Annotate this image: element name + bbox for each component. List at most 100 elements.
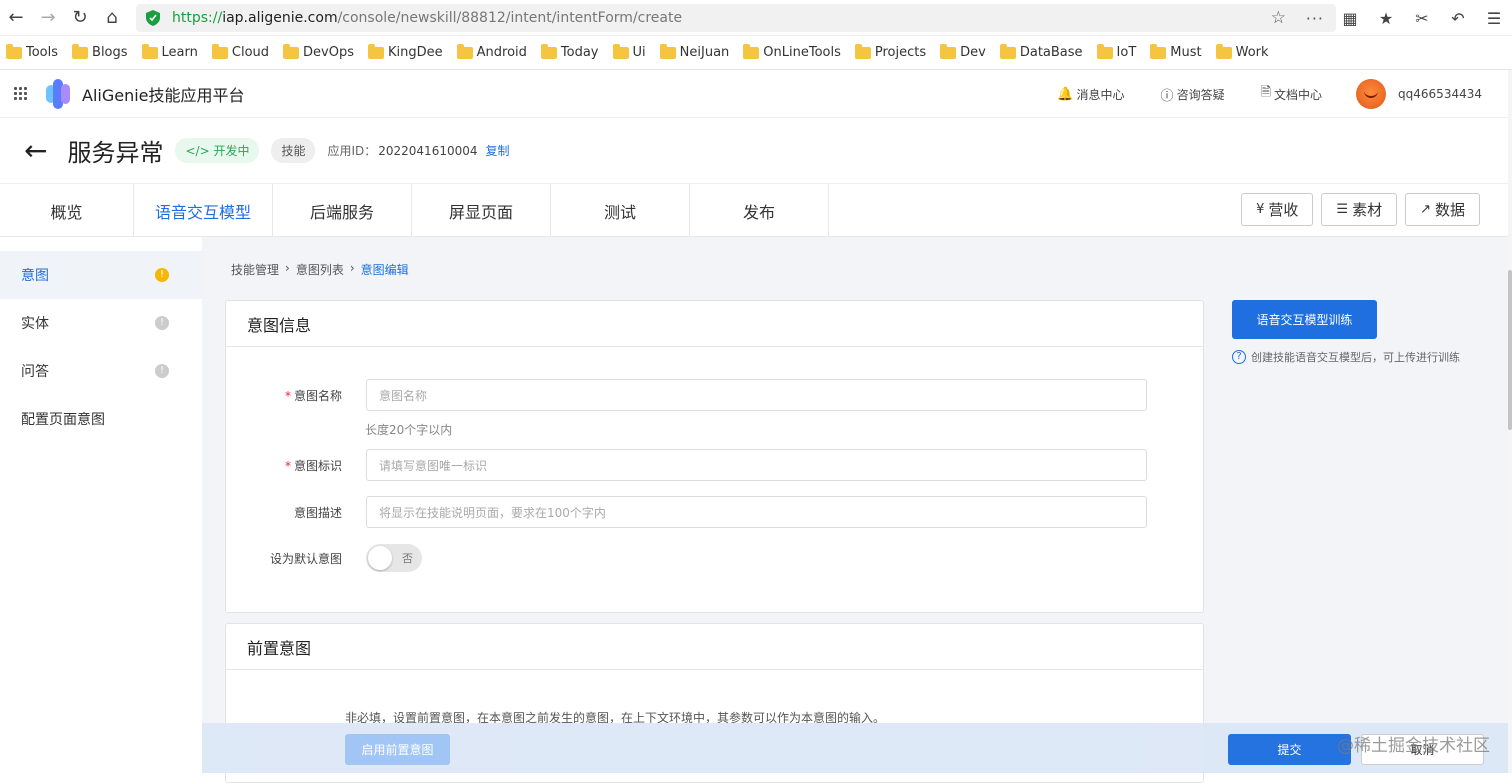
more-icon[interactable]: ··· bbox=[1306, 9, 1324, 28]
consult-link[interactable]: ⓘ 咨询答疑 bbox=[1161, 85, 1225, 104]
enable-pre-intent-button[interactable]: 启用前置意图 bbox=[345, 734, 450, 765]
type-badge: 技能 bbox=[271, 138, 316, 163]
message-center-link[interactable]: 🔔 消息中心 bbox=[1057, 86, 1124, 103]
folder-icon bbox=[211, 43, 228, 59]
undo-icon[interactable]: ↶ bbox=[1440, 9, 1476, 28]
app-id-label: 应用ID： bbox=[327, 144, 377, 158]
yen-icon: ¥ bbox=[1256, 202, 1265, 217]
field-label: * 意图名称 bbox=[284, 388, 342, 403]
document-icon: 🗎 bbox=[1260, 85, 1272, 100]
card-title: 意图信息 bbox=[226, 301, 1203, 347]
intent-identifier-input[interactable]: 请填写意图唯一标识 bbox=[366, 449, 1147, 481]
action-bar: 启用前置意图 提交 取消 bbox=[202, 723, 1508, 773]
sidebar-item-page-intent[interactable]: 配置页面意图 bbox=[0, 395, 202, 443]
folder-icon bbox=[6, 43, 22, 59]
tab-test[interactable]: 测试 bbox=[551, 184, 690, 237]
bookmark-folder[interactable]: Cloud bbox=[211, 43, 269, 60]
app-grid-icon[interactable] bbox=[14, 86, 28, 101]
bookmark-folder[interactable]: Projects bbox=[854, 43, 926, 60]
bookmark-folder[interactable]: Must bbox=[1150, 43, 1202, 60]
question-icon: ⓘ bbox=[1160, 88, 1174, 104]
intent-description-input[interactable]: 将显示在技能说明页面，要求在100个字内 bbox=[366, 496, 1147, 528]
train-model-button[interactable]: 语音交互模型训练 bbox=[1232, 300, 1377, 339]
folder-icon bbox=[612, 43, 629, 59]
tab-screen-pages[interactable]: 屏显页面 bbox=[412, 184, 551, 237]
bookmark-folder[interactable]: Dev bbox=[940, 43, 986, 60]
back-icon[interactable]: ← bbox=[0, 0, 32, 36]
intent-name-input[interactable]: 意图名称 bbox=[366, 379, 1147, 411]
bookmark-folder[interactable]: KingDee bbox=[368, 43, 443, 60]
folder-icon bbox=[1150, 43, 1167, 59]
data-button[interactable]: ↗ 数据 bbox=[1405, 193, 1480, 226]
folder-icon bbox=[72, 43, 89, 59]
scissors-icon[interactable]: ✂ bbox=[1404, 9, 1440, 28]
apps-grid-icon[interactable]: ▦ bbox=[1332, 9, 1368, 28]
copy-link[interactable]: 复制 bbox=[486, 142, 510, 159]
username[interactable]: qq466534434 bbox=[1398, 87, 1482, 101]
back-arrow-icon[interactable]: ← bbox=[24, 134, 47, 167]
breadcrumb: 技能管理 › 意图列表 › 意图编辑 bbox=[231, 261, 415, 278]
folder-icon bbox=[743, 43, 760, 59]
main-content: 技能管理 › 意图列表 › 意图编辑 意图信息 * 意图名称 意图名称 长度20个字以… bbox=[202, 237, 1508, 783]
sidebar-item-qa[interactable]: 问答! bbox=[0, 347, 202, 395]
info-icon: ! bbox=[155, 364, 169, 378]
bookmark-folder[interactable]: Android bbox=[456, 43, 527, 60]
bookmark-folder[interactable]: DataBase bbox=[999, 43, 1083, 60]
menu-icon[interactable]: ☰ bbox=[1476, 9, 1512, 28]
bookmark-folder[interactable]: NeiJuan bbox=[659, 43, 729, 60]
bookmark-folder[interactable]: Ui bbox=[612, 43, 646, 60]
tab-voice-model[interactable]: 语音交互模型 bbox=[134, 184, 273, 237]
url-scheme: https:// bbox=[172, 10, 223, 26]
folder-icon bbox=[999, 43, 1016, 59]
bookmark-folder[interactable]: Learn bbox=[141, 43, 198, 60]
bell-icon: 🔔 bbox=[1057, 86, 1074, 102]
bookmark-folder[interactable]: Today bbox=[540, 43, 599, 60]
avatar[interactable] bbox=[1356, 79, 1387, 109]
submit-button[interactable]: 提交 bbox=[1228, 734, 1351, 765]
list-icon: ☰ bbox=[1336, 202, 1349, 217]
bookmark-folder[interactable]: OnLineTools bbox=[743, 43, 841, 60]
tab-backend[interactable]: 后端服务 bbox=[273, 184, 412, 237]
card-title: 前置意图 bbox=[226, 624, 1203, 670]
bookmark-star-icon[interactable]: ☆ bbox=[1271, 8, 1286, 28]
docs-link[interactable]: 🗎 文档中心 bbox=[1261, 83, 1322, 105]
folder-icon bbox=[940, 43, 957, 59]
tab-publish[interactable]: 发布 bbox=[690, 184, 829, 237]
folder-icon bbox=[540, 43, 557, 59]
home-icon[interactable]: ⌂ bbox=[96, 0, 128, 36]
folder-icon bbox=[854, 43, 871, 59]
bookmark-folder[interactable]: IoT bbox=[1096, 43, 1136, 60]
revenue-button[interactable]: ¥ 营收 bbox=[1241, 193, 1314, 226]
shield-icon bbox=[146, 10, 160, 26]
url-path: /console/newskill/88812/intent/intentFor… bbox=[337, 10, 683, 26]
url-host: iap.aligenie.com bbox=[222, 10, 338, 26]
tab-overview[interactable]: 概览 bbox=[0, 184, 134, 237]
info-icon: ! bbox=[155, 316, 169, 330]
bookmark-folder[interactable]: Work bbox=[1215, 43, 1269, 60]
assets-button[interactable]: ☰ 素材 bbox=[1321, 193, 1398, 226]
bookmark-folder[interactable]: DevOps bbox=[283, 43, 354, 60]
sidebar-item-entity[interactable]: 实体! bbox=[0, 299, 202, 347]
default-intent-toggle[interactable]: 否 bbox=[366, 544, 422, 572]
page-header: ← 服务异常 </> 开发中 技能 应用ID： 2022041610004 复制 bbox=[0, 118, 1512, 184]
folder-icon bbox=[1096, 43, 1113, 59]
breadcrumb-item[interactable]: 技能管理 bbox=[231, 261, 279, 278]
field-label: 意图描述 bbox=[293, 505, 342, 520]
scrollbar[interactable] bbox=[1508, 70, 1512, 773]
app-header: AliGenie技能应用平台 🔔 消息中心 ⓘ 咨询答疑 🗎 文档中心 qq46653… bbox=[0, 70, 1512, 118]
watermark: @稀土掘金技术社区 bbox=[1337, 736, 1490, 756]
reload-icon[interactable]: ↻ bbox=[64, 0, 96, 36]
forward-icon[interactable]: → bbox=[32, 0, 64, 36]
sidebar: 意图! 实体! 问答! 配置页面意图 bbox=[0, 237, 202, 773]
sidebar-item-intent[interactable]: 意图! bbox=[0, 251, 202, 299]
intent-info-card: 意图信息 * 意图名称 意图名称 长度20个字以内 * 意图标识 请填写意图唯一标识… bbox=[225, 300, 1204, 613]
folder-icon bbox=[456, 43, 473, 59]
favorites-icon[interactable]: ★ bbox=[1368, 9, 1404, 28]
chevron-right-icon: › bbox=[285, 261, 290, 275]
breadcrumb-item[interactable]: 意图列表 bbox=[296, 261, 344, 278]
bookmark-folder[interactable]: Tools bbox=[6, 43, 58, 60]
address-bar[interactable]: https://iap.aligenie.com/console/newskil… bbox=[136, 4, 1336, 32]
app-id-value: 2022041610004 bbox=[378, 143, 478, 158]
intent-name-hint: 长度20个字以内 bbox=[365, 423, 453, 437]
bookmark-folder[interactable]: Blogs bbox=[72, 43, 128, 60]
